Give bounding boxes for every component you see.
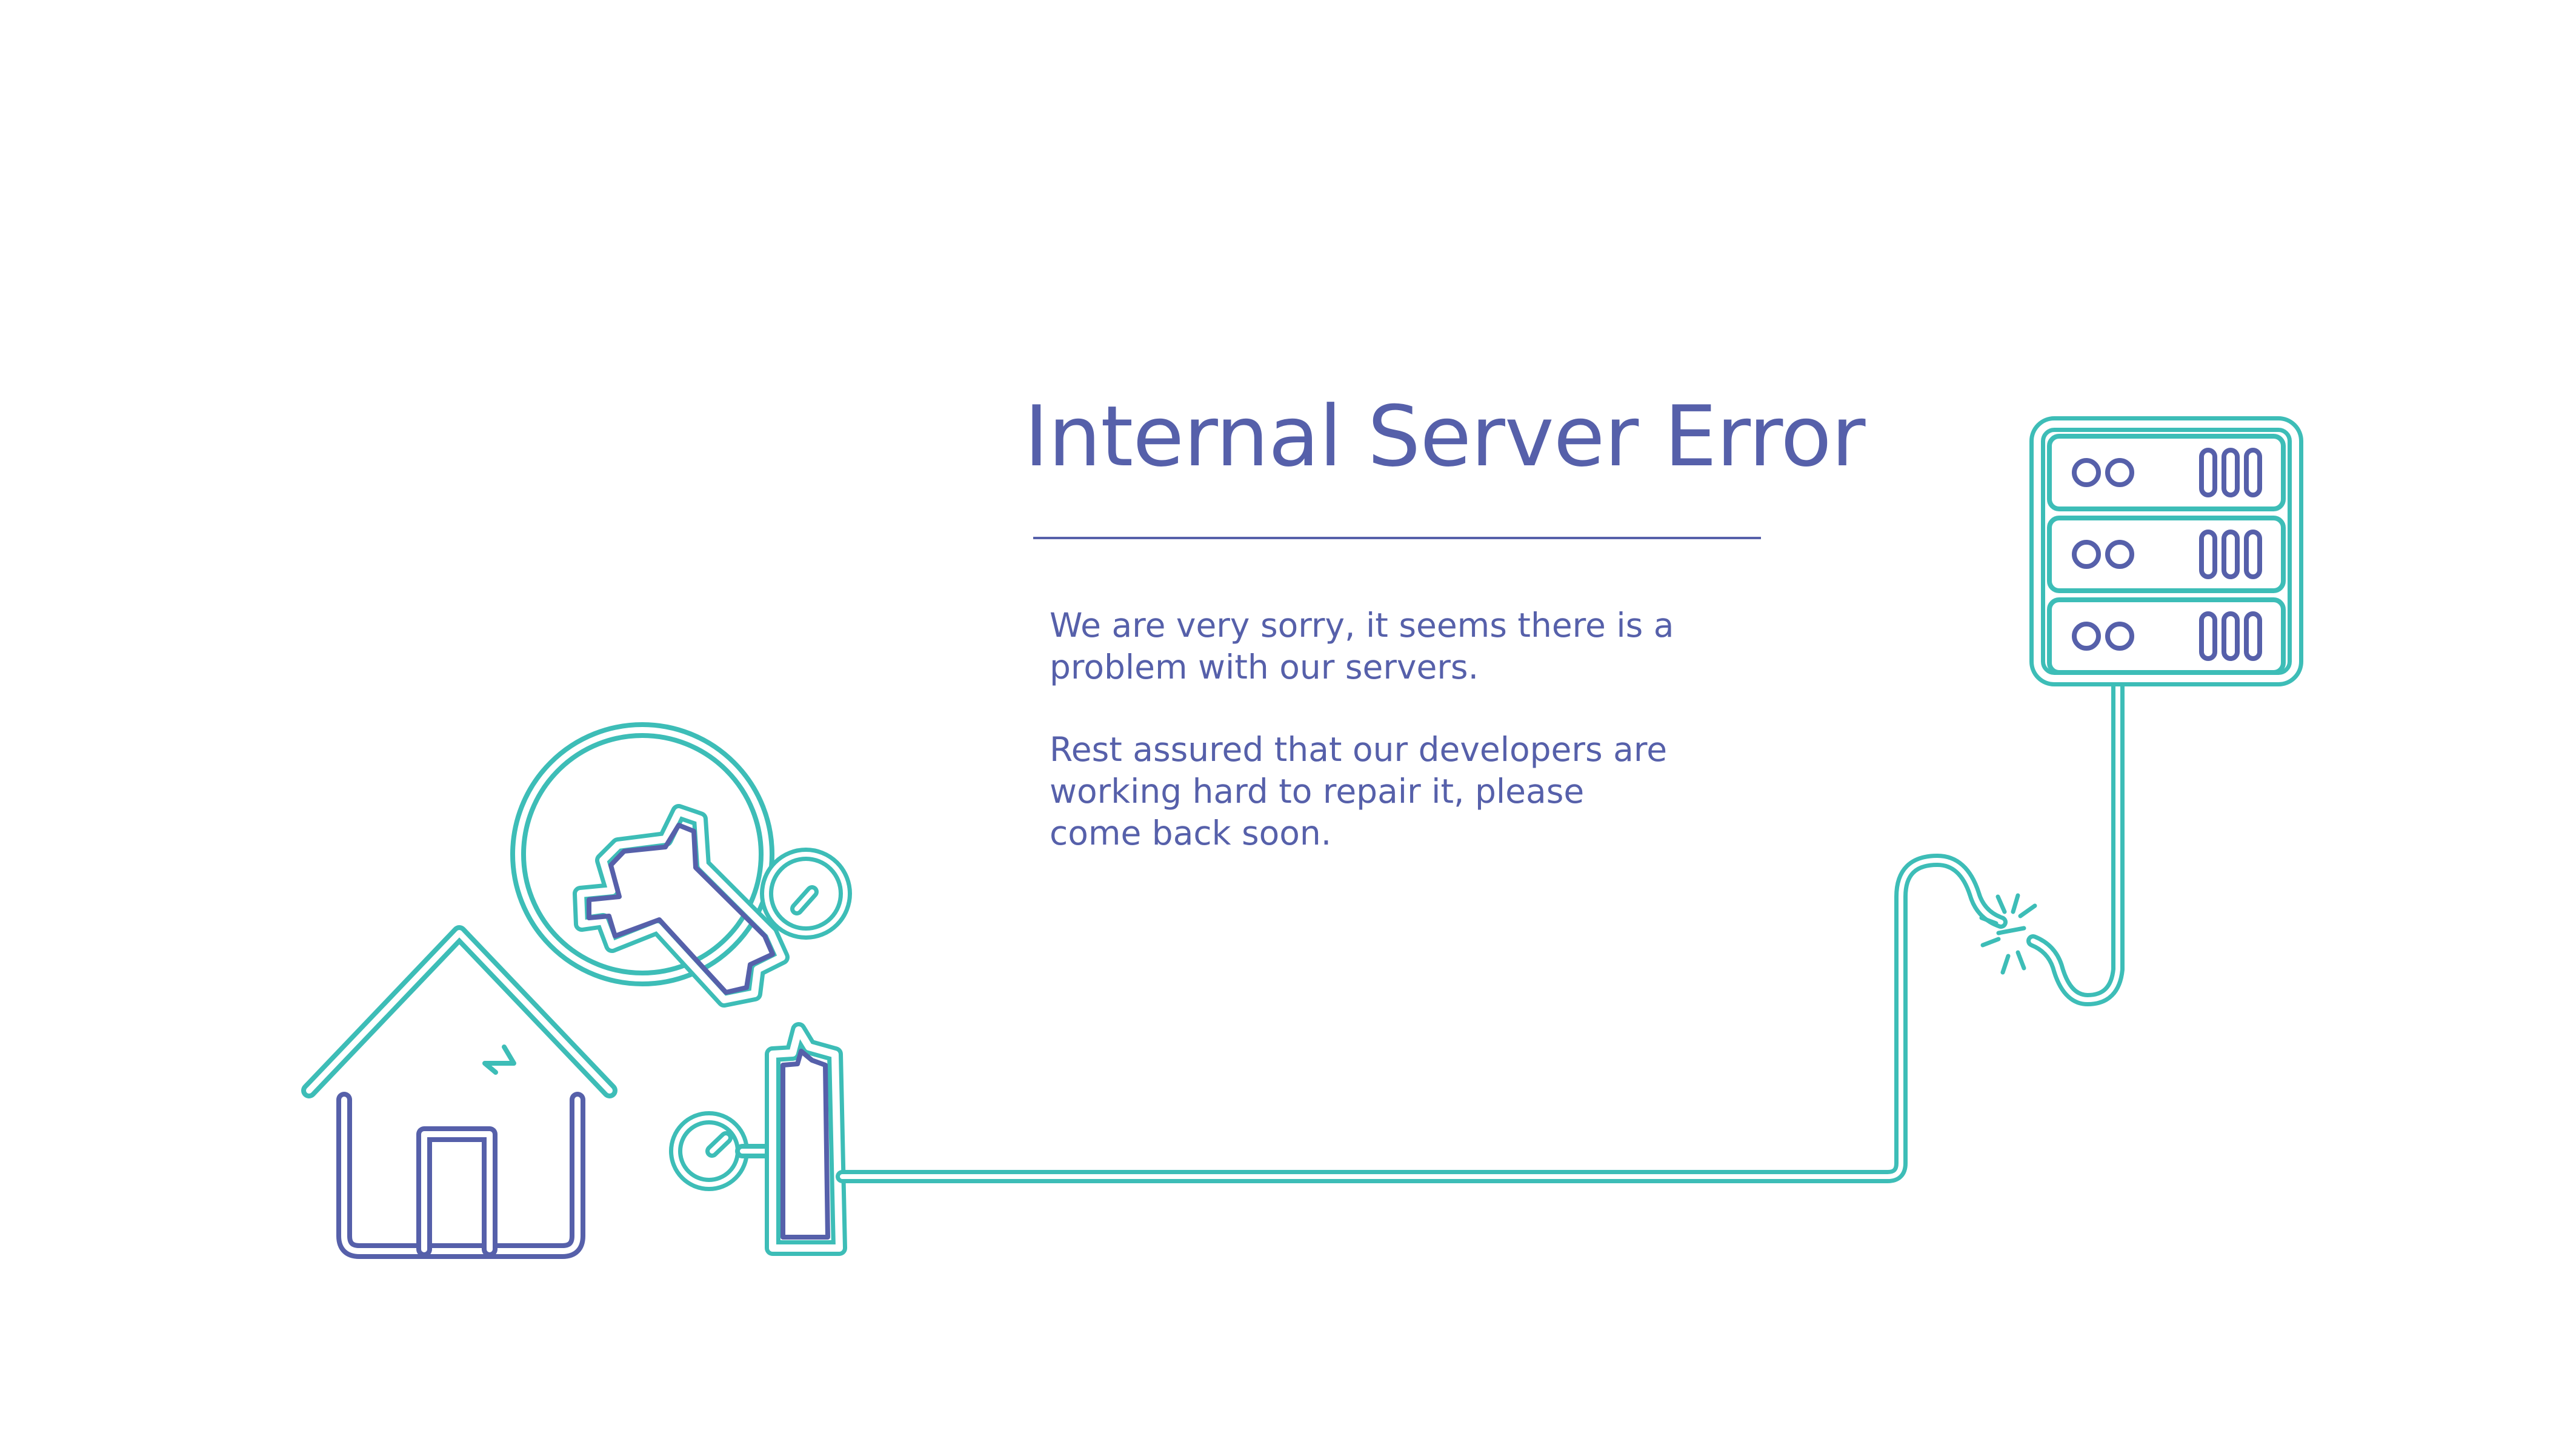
server-rack-icon xyxy=(2029,416,2303,686)
message-line: We are very sorry, it seems there is a xyxy=(1050,606,1674,645)
page-title: Internal Server Error xyxy=(1024,388,1866,485)
message-paragraph: We are very sorry, it seems there is a p… xyxy=(1050,605,1692,688)
plug-icon xyxy=(669,1022,847,1256)
error-message: We are very sorry, it seems there is a p… xyxy=(1050,605,1692,895)
message-line: problem with our servers. xyxy=(1050,648,1479,686)
wrench-icon xyxy=(510,722,852,1008)
title-divider xyxy=(1033,537,1761,539)
message-line: working hard to repair it, please xyxy=(1050,772,1585,811)
message-line: come back soon. xyxy=(1050,814,1332,852)
disconnect-spark-icon xyxy=(1979,893,2037,975)
message-paragraph: Rest assured that our developers are wor… xyxy=(1050,729,1692,854)
house-icon xyxy=(301,925,617,1259)
message-line: Rest assured that our developers are xyxy=(1050,730,1668,769)
